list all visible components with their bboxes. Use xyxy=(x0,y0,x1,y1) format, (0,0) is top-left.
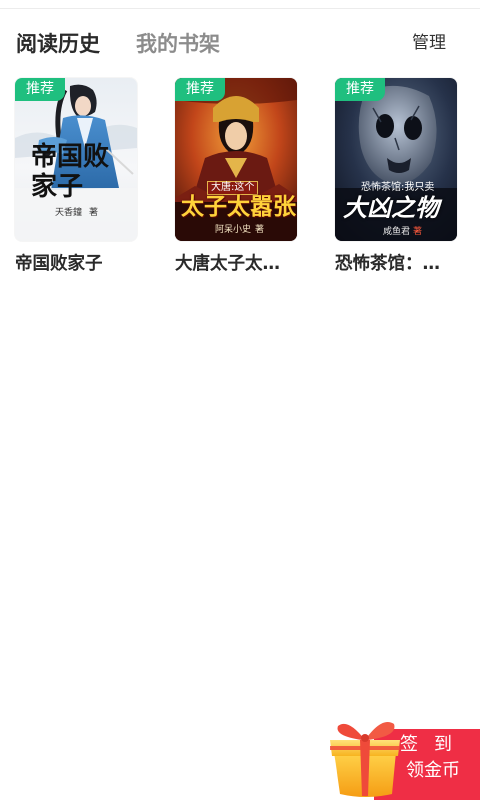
cover-title-small: 恐怖茶馆:我只卖 xyxy=(361,182,435,193)
book-card[interactable]: 大唐:这个 太子太嚣张 阿呆小史 著 推荐 大唐太子太… xyxy=(175,78,299,276)
tab-my-bookshelf[interactable]: 我的书架 xyxy=(136,30,220,58)
top-divider xyxy=(0,8,480,9)
tab-reading-history[interactable]: 阅读历史 xyxy=(16,30,100,58)
book-cover[interactable]: 恐怖茶馆:我只卖 大凶之物 咸鱼君 著 推荐 xyxy=(335,78,457,241)
cover-author-suffix: 著 xyxy=(89,208,99,218)
cover-author-suffix: 著 xyxy=(255,225,265,235)
recommend-badge: 推荐 xyxy=(15,78,65,101)
cover-author: 咸鱼君 xyxy=(383,227,411,237)
manage-button[interactable]: 管理 xyxy=(412,31,446,55)
book-title[interactable]: 恐怖茶馆：… xyxy=(335,252,455,276)
checkin-label: 签到 xyxy=(400,734,468,755)
cover-author: 阿呆小史 xyxy=(215,225,252,235)
cover-title: 帝国败家子 xyxy=(31,142,110,202)
cover-author-suffix: 著 xyxy=(413,227,423,237)
cover-author: 天香鐘 xyxy=(55,208,83,218)
recommend-badge: 推荐 xyxy=(335,78,385,101)
book-title[interactable]: 大唐太子太… xyxy=(175,252,295,276)
book-card[interactable]: 恐怖茶馆:我只卖 大凶之物 咸鱼君 著 推荐 恐怖茶馆：… xyxy=(335,78,459,276)
book-cover[interactable]: 大唐:这个 太子太嚣张 阿呆小史 著 推荐 xyxy=(175,78,297,241)
reading-history-page: 阅读历史 我的书架 管理 帝国败家子 天香鐘 著 推荐 帝国败家子 大唐:这个 … xyxy=(0,0,480,800)
book-cover[interactable]: 帝国败家子 天香鐘 著 推荐 xyxy=(15,78,137,241)
book-title[interactable]: 帝国败家子 xyxy=(15,252,135,276)
coin-label: 领金币 xyxy=(406,760,460,781)
recommend-badge: 推荐 xyxy=(175,78,225,101)
cover-title: 太子太嚣张 xyxy=(181,194,296,220)
gift-box-icon xyxy=(330,722,400,797)
checkin-coin-button[interactable]: 签到 领金币 xyxy=(326,714,480,800)
book-card[interactable]: 帝国败家子 天香鐘 著 推荐 帝国败家子 xyxy=(15,78,139,276)
cover-title: 大凶之物 xyxy=(343,194,439,222)
